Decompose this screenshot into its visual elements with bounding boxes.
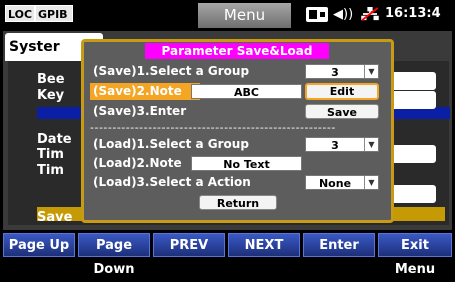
page-up-softkey[interactable]: Page Up xyxy=(3,233,75,257)
enter-softkey[interactable]: Enter xyxy=(303,233,375,257)
bg-row-beep: Bee xyxy=(37,72,65,87)
exit-menu-softkey[interactable]: Exit Menu xyxy=(378,233,452,277)
return-button[interactable]: Return xyxy=(199,195,277,210)
load-action-label: (Load)3.Select a Action xyxy=(93,175,251,189)
separator: ----------------------------------------… xyxy=(90,121,336,134)
save-group-label: (Save)1.Select a Group xyxy=(93,64,250,78)
bg-row-time-2: Tim xyxy=(37,163,64,178)
load-group-select[interactable]: 3 ▼ xyxy=(305,137,379,152)
save-group-select[interactable]: 3 ▼ xyxy=(305,64,379,79)
softkey-bar: Page Up Page Down PREV NEXT Enter Exit M… xyxy=(0,233,455,277)
bg-row-key: Key xyxy=(37,88,65,103)
chevron-down-icon: ▼ xyxy=(364,176,378,189)
save-button[interactable]: Save xyxy=(305,104,379,119)
dialog-title: Parameter Save&Load xyxy=(145,43,329,59)
menu-title: Menu xyxy=(198,3,291,28)
load-group-label: (Load)1.Select a Group xyxy=(93,137,249,151)
prev-softkey[interactable]: PREV xyxy=(153,233,225,257)
save-note-field[interactable]: ABC xyxy=(191,84,302,99)
speaker-icon: ◀)) xyxy=(333,7,354,22)
load-note-label: (Load)2.Note xyxy=(93,156,182,170)
edit-button[interactable]: Edit xyxy=(305,83,379,100)
usb-icon xyxy=(306,7,328,22)
save-enter-label: (Save)3.Enter xyxy=(93,104,187,118)
clock: 16:13:4 xyxy=(385,6,441,21)
next-softkey[interactable]: NEXT xyxy=(228,233,300,257)
load-note-field: No Text xyxy=(191,156,302,171)
load-action-select[interactable]: None ▼ xyxy=(305,175,379,190)
lan-icon xyxy=(361,7,379,21)
parameter-save-load-dialog: Parameter Save&Load (Save)1.Select a Gro… xyxy=(81,39,394,223)
bg-row-save: Save xyxy=(37,210,73,225)
load-group-value: 3 xyxy=(331,139,339,152)
save-note-label: (Save)2.Note xyxy=(93,84,182,98)
bg-row-time-1: Tim xyxy=(37,147,64,162)
save-group-value: 3 xyxy=(331,66,339,79)
load-action-value: None xyxy=(318,177,352,190)
bg-row-date: Date xyxy=(37,132,72,147)
loc-badge: LOC xyxy=(5,5,35,22)
status-bar: LOC GPIB Menu ◀)) 16:13:4 xyxy=(0,0,455,29)
page-down-softkey[interactable]: Page Down xyxy=(78,233,150,277)
chevron-down-icon: ▼ xyxy=(364,138,378,151)
chevron-down-icon: ▼ xyxy=(364,65,378,78)
gpib-badge: GPIB xyxy=(35,5,73,22)
